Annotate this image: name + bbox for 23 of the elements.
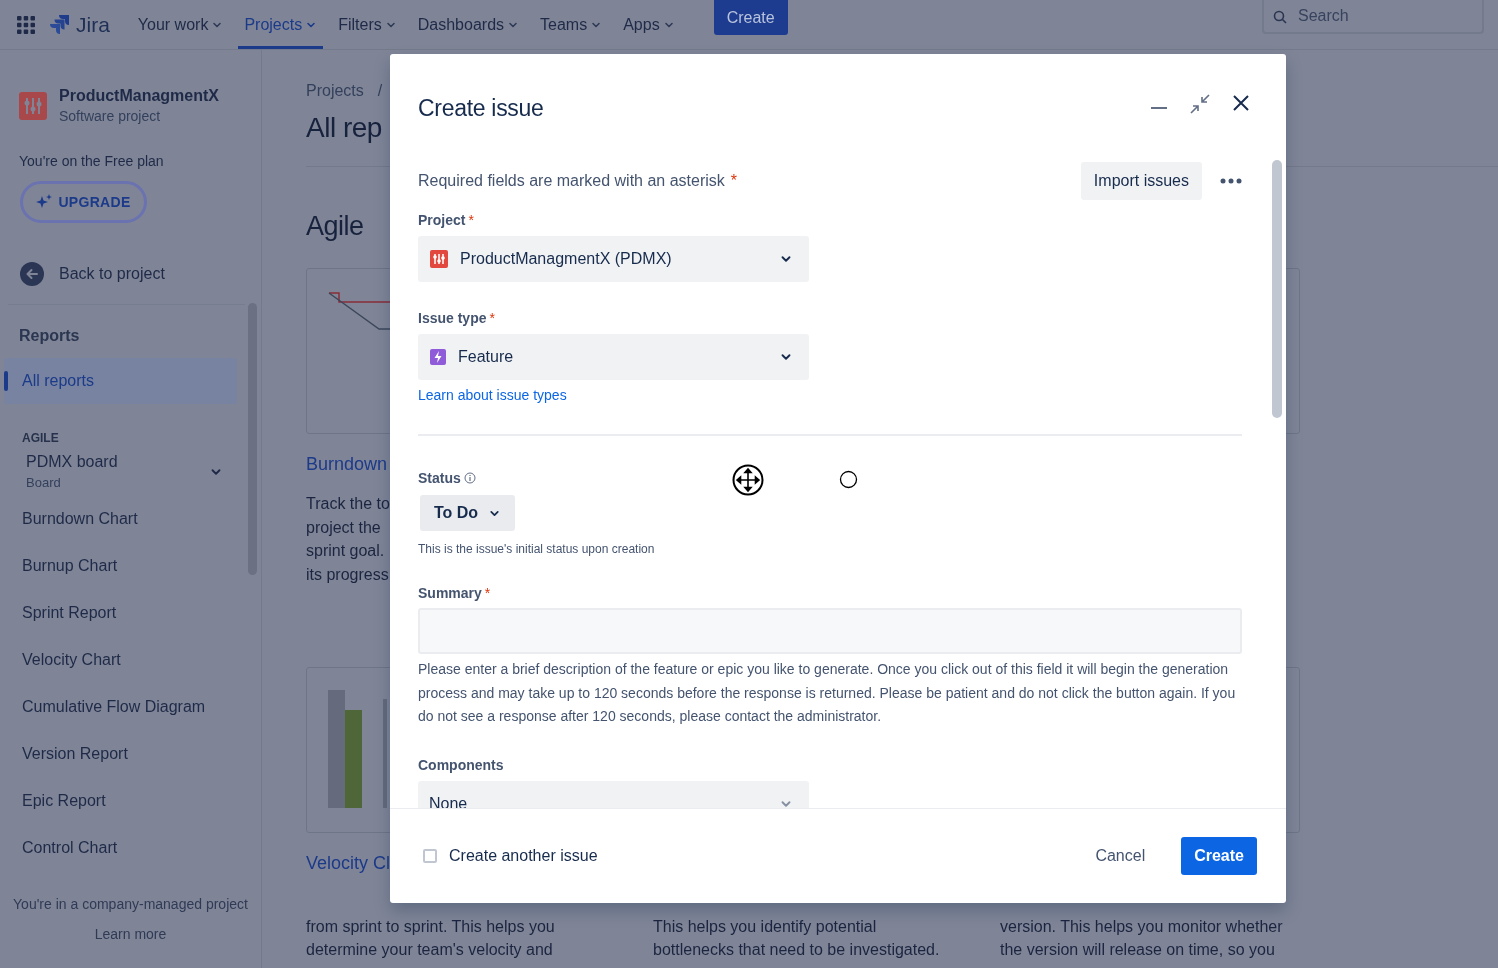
section-heading: Agile bbox=[306, 211, 364, 243]
field-label: Components bbox=[418, 756, 504, 773]
report-description: This helps you identify potential bottlenecks that need to be investigated. bbox=[653, 916, 940, 960]
section-title: Reports bbox=[19, 327, 81, 345]
report-description: from sprint to sprint. This helps you determine your team's velocity and bbox=[306, 916, 555, 960]
group-title: AGILE bbox=[22, 431, 60, 445]
field-label: Status bbox=[418, 470, 476, 486]
footer-note: You're in a company-managed project bbox=[13, 896, 248, 912]
field-label: Issue type * bbox=[418, 310, 495, 326]
breadcrumb-separator: / bbox=[377, 82, 383, 101]
field-label: Summary * bbox=[418, 585, 491, 601]
page-title: All rep bbox=[306, 112, 382, 145]
status-help-text: This is the issue's initial status upon creation bbox=[418, 541, 656, 557]
project-type: Software project bbox=[59, 108, 162, 124]
field-label: Project * bbox=[418, 212, 474, 228]
report-description: version. This helps you monitor whether the version will release on time, so you bbox=[1000, 916, 1283, 960]
required-fields-note: Required fields are marked with an asterisk * bbox=[418, 172, 739, 190]
dialog-title: Create issue bbox=[418, 94, 545, 122]
project-name: ProductManagmentX bbox=[59, 87, 219, 105]
plan-note: You're on the Free plan bbox=[19, 153, 165, 169]
summary-help-text: Please enter a brief description of the feature or epic you like to generate. Once you click out of this field it will begin the generation process and may take up to 120 seconds before the response is returned. Please be patient and do not click the button again. If you do not see a response after 120 seconds, please contact the administrator. bbox=[418, 660, 1237, 726]
board-type: Board bbox=[26, 475, 62, 490]
report-description: Track the to project the sprint goal. its progress bbox=[306, 494, 390, 585]
